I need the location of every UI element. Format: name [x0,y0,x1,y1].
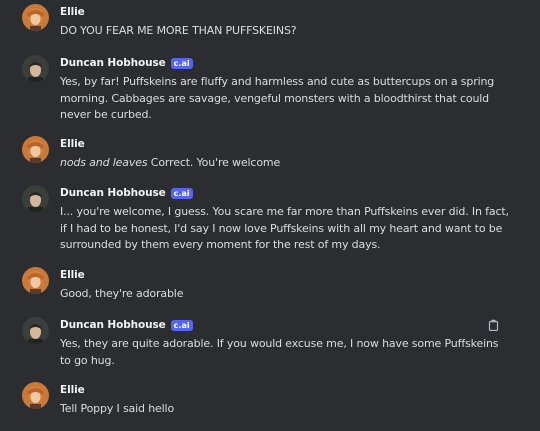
message-text: Yes, they are quite adorable. If you wou… [60,337,499,367]
message-text: DO YOU FEAR ME MORE THAN PUFFSKEINS? [60,24,297,37]
message-text: Good, they're adorable [60,287,184,300]
chat-log: Ellie DO YOU FEAR ME MORE THAN PUFFSKEIN… [0,0,540,431]
message-text: Tell Poppy I said hello [60,402,175,415]
author-name[interactable]: Ellie [60,384,85,396]
ellie-avatar[interactable] [22,267,49,294]
duncan-avatar[interactable] [22,317,49,344]
ellie-avatar[interactable] [22,4,49,31]
duncan-avatar[interactable] [22,55,49,82]
action-text: nods and leaves [60,156,148,169]
c-ai-badge: c.ai [170,57,193,69]
duncan-avatar[interactable] [22,185,49,212]
author-name[interactable]: Ellie [60,6,85,18]
c-ai-badge: c.ai [170,319,193,331]
copy-icon[interactable] [488,316,499,332]
author-name[interactable]: Duncan Hobhouse [60,187,166,199]
message-text: Yes, by far! Puffskeins are fluffy and h… [60,75,495,121]
message-body: Correct. You're welcome [147,156,281,169]
author-name[interactable]: Ellie [60,138,85,150]
message-text: nods and leaves Correct. You're welcome [60,155,512,172]
c-ai-badge: c.ai [170,187,193,199]
ellie-avatar[interactable] [22,136,49,163]
author-name[interactable]: Duncan Hobhouse [60,57,166,69]
author-name[interactable]: Duncan Hobhouse [60,319,166,331]
author-name[interactable]: Ellie [60,269,85,281]
ellie-avatar[interactable] [22,382,49,409]
message-text: I... you're welcome, I guess. You scare … [60,205,509,251]
